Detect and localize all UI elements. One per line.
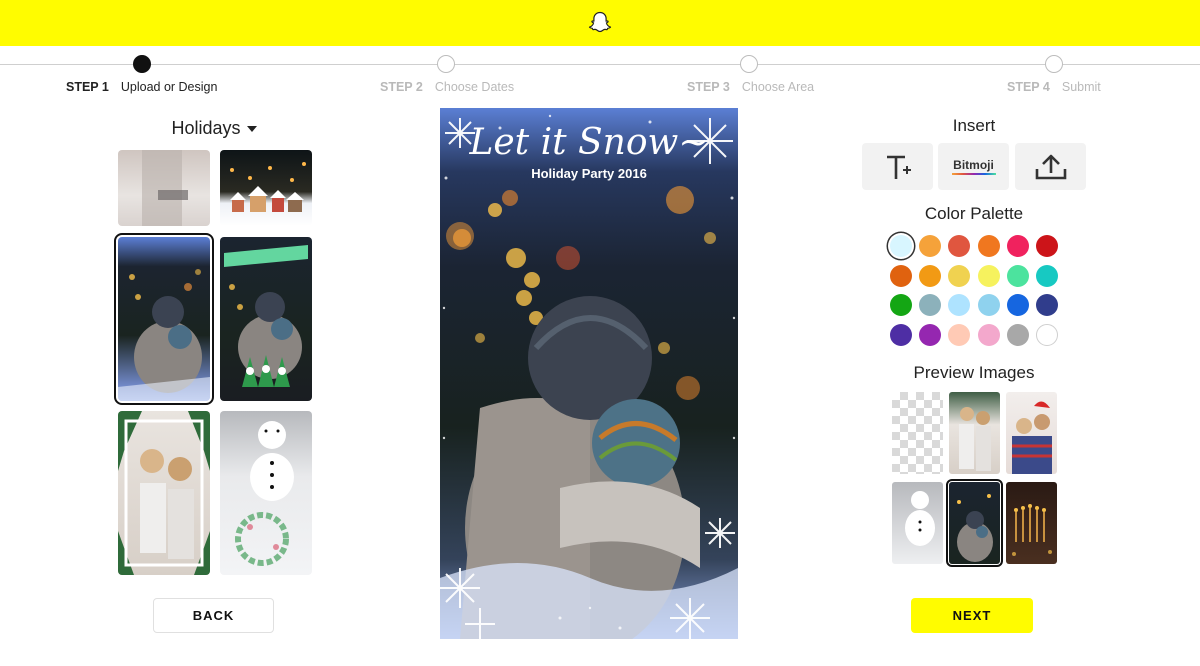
template-image <box>118 269 210 401</box>
preview-image[interactable] <box>892 482 943 564</box>
preview-thumb-photo <box>1012 401 1052 474</box>
preview-subtitle: Holiday Party 2016 <box>531 166 647 181</box>
color-swatch[interactable] <box>919 235 942 257</box>
step-number: STEP 1 <box>66 80 109 94</box>
color-swatch[interactable] <box>919 323 942 346</box>
step-label: Choose Dates <box>434 80 515 94</box>
template-image <box>230 162 306 212</box>
color-swatch[interactable] <box>948 294 971 316</box>
insert-bitmoji-button[interactable]: Bitmoji <box>938 143 1009 190</box>
preview-image[interactable] <box>1006 392 1057 474</box>
category-dropdown[interactable]: Holidays <box>120 118 308 139</box>
preview-image[interactable] <box>949 392 1000 474</box>
template-thumbnail[interactable] <box>220 411 312 575</box>
color-swatch[interactable] <box>890 294 912 316</box>
color-swatch[interactable] <box>1006 235 1029 257</box>
color-swatch[interactable] <box>919 264 942 287</box>
template-thumbnail[interactable] <box>220 237 312 401</box>
next-button[interactable]: NEXT <box>911 598 1033 633</box>
color-swatch[interactable] <box>1006 264 1029 287</box>
insert-heading: Insert <box>952 116 996 135</box>
text-insert-icon <box>886 155 911 179</box>
color-swatch[interactable] <box>1006 294 1029 316</box>
snapchat-ghost-icon[interactable] <box>587 10 613 36</box>
bitmoji-logo: Bitmoji <box>951 158 996 175</box>
color-swatch[interactable] <box>890 264 912 287</box>
step-number: STEP 3 <box>687 80 730 94</box>
template-image <box>142 150 188 226</box>
caret-down-icon <box>246 126 257 133</box>
color-swatch[interactable] <box>1036 294 1058 316</box>
bitmoji-underline <box>951 173 996 175</box>
color-swatch[interactable] <box>890 235 912 257</box>
preview-image-selected[interactable] <box>946 479 1003 567</box>
step-4[interactable]: STEP 4 Submit <box>1007 80 1101 94</box>
insert-text-button[interactable] <box>862 143 933 190</box>
preview-image[interactable] <box>1006 482 1057 564</box>
color-swatch[interactable] <box>1006 323 1029 346</box>
upload-button[interactable] <box>1015 143 1086 190</box>
color-swatch[interactable] <box>948 235 971 257</box>
template-image <box>224 245 308 387</box>
template-image <box>118 411 210 575</box>
preview-thumb-photo <box>957 494 993 562</box>
color-swatch[interactable] <box>977 235 1000 257</box>
template-thumbnail[interactable] <box>118 150 210 226</box>
step-1-dot <box>133 55 151 73</box>
preview-thumb-photo <box>959 407 991 471</box>
preview-images-heading: Preview Images <box>913 363 1035 382</box>
template-thumbnail[interactable] <box>220 150 312 226</box>
step-label: Upload or Design <box>120 80 218 94</box>
template-thumbnail-selected[interactable] <box>114 233 214 405</box>
template-thumbnail[interactable] <box>118 411 210 575</box>
color-swatch[interactable] <box>1036 264 1058 287</box>
top-bar <box>0 0 1200 46</box>
preview-photo <box>440 114 738 639</box>
color-swatch[interactable] <box>948 323 971 346</box>
color-swatch[interactable] <box>1036 235 1058 257</box>
template-image <box>235 421 294 566</box>
color-swatch[interactable] <box>977 294 1000 316</box>
step-3-dot <box>740 55 758 73</box>
preview-image-transparent[interactable] <box>892 392 943 474</box>
step-2-dot <box>437 55 455 73</box>
color-swatch[interactable] <box>977 264 1000 287</box>
geofilter-preview: Let it Snow~ Holiday Party 2016 <box>440 108 738 639</box>
back-button[interactable]: BACK <box>153 598 274 633</box>
preview-title: Let it Snow~ <box>469 122 709 163</box>
steps-progress-line <box>0 64 1200 65</box>
color-palette-heading: Color Palette <box>924 204 1024 223</box>
preview-thumb-photo <box>905 491 935 546</box>
step-3[interactable]: STEP 3 Choose Area <box>687 80 814 94</box>
upload-icon <box>1035 154 1066 179</box>
color-swatch[interactable] <box>948 264 971 287</box>
step-label: Submit <box>1061 80 1101 94</box>
step-label: Choose Area <box>741 80 815 94</box>
category-label: Holidays <box>171 118 241 138</box>
color-swatch[interactable] <box>1036 323 1058 346</box>
step-2[interactable]: STEP 2 Choose Dates <box>380 80 514 94</box>
step-4-dot <box>1045 55 1063 73</box>
bitmoji-label: Bitmoji <box>953 158 994 172</box>
color-swatch[interactable] <box>919 294 942 316</box>
step-1[interactable]: STEP 1 Upload or Design <box>66 80 217 94</box>
step-number: STEP 2 <box>380 80 423 94</box>
color-swatch[interactable] <box>890 323 912 346</box>
color-swatch[interactable] <box>977 323 1000 346</box>
step-number: STEP 4 <box>1007 80 1050 94</box>
preview-thumb-photo <box>1012 504 1052 556</box>
